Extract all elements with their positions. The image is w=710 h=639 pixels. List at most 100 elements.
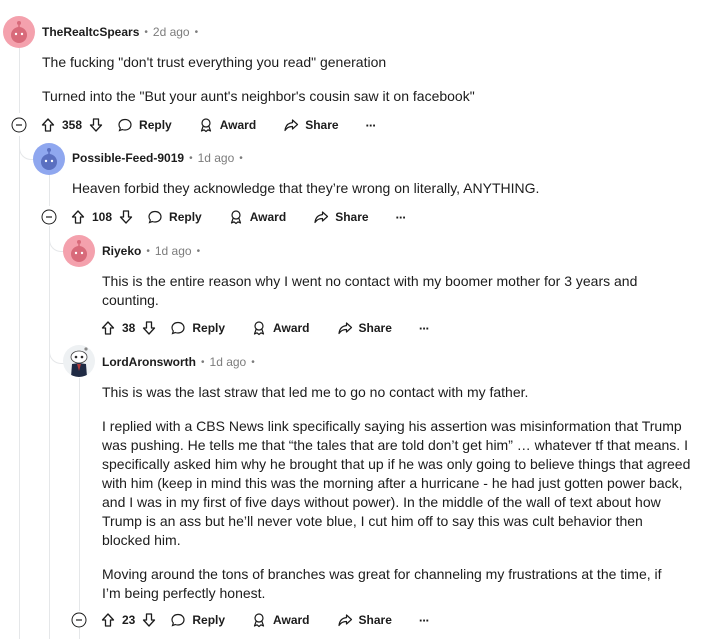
thread-line-level-2 xyxy=(49,174,50,206)
share-button[interactable]: Share xyxy=(337,604,392,636)
meta-separator: • xyxy=(239,152,243,164)
reply-label: Reply xyxy=(192,613,226,627)
share-label: Share xyxy=(335,210,369,224)
comment-meta: LordAronsworth • 1d ago • xyxy=(102,352,255,372)
meta-separator: • xyxy=(144,26,148,38)
meta-separator: • xyxy=(251,356,255,368)
award-label: Award xyxy=(273,321,310,335)
more-options-button[interactable]: ··· xyxy=(418,312,430,344)
thread-line-level-3 xyxy=(79,628,80,639)
comment-paragraph: The fucking "don't trust everything you … xyxy=(42,54,387,70)
award-icon xyxy=(253,613,265,628)
thread-line-level-2 xyxy=(49,226,50,639)
comment-actions: 358 Reply Award Share ··· xyxy=(40,109,377,141)
timestamp[interactable]: 1d ago xyxy=(210,355,247,369)
reply-button[interactable]: Reply xyxy=(170,604,225,636)
username[interactable]: LordAronsworth xyxy=(102,355,196,369)
reply-icon xyxy=(118,118,132,132)
award-icon xyxy=(253,321,265,336)
downvote-icon[interactable] xyxy=(141,612,157,628)
award-label: Award xyxy=(249,210,287,224)
comment-actions: 23 Reply Award Share ··· xyxy=(100,604,430,636)
vote-count: 38 xyxy=(122,321,136,335)
username[interactable]: Riyeko xyxy=(102,244,141,258)
upvote-icon[interactable] xyxy=(100,320,116,336)
more-options-icon: ··· xyxy=(395,209,407,225)
snoo-avatar-icon xyxy=(11,21,27,43)
award-button[interactable]: Award xyxy=(198,109,256,141)
share-icon xyxy=(337,614,352,627)
meta-separator: • xyxy=(189,152,193,164)
reply-icon xyxy=(148,210,162,224)
award-icon xyxy=(230,210,241,225)
comment-paragraph: Turned into the "But your aunt's neighbo… xyxy=(42,88,475,104)
snoo-avatar-icon xyxy=(71,240,87,262)
collapse-icon[interactable] xyxy=(11,117,27,133)
comment-meta: Possible-Feed-9019 • 1d ago • xyxy=(72,148,243,168)
comment-paragraph: This is the entire reason why I went no … xyxy=(102,273,638,308)
award-button[interactable]: Award xyxy=(228,201,286,233)
vote-group: 23 xyxy=(100,604,157,636)
share-label: Share xyxy=(358,321,392,335)
share-icon xyxy=(284,119,299,132)
reply-button[interactable]: Reply xyxy=(147,201,202,233)
downvote-icon[interactable] xyxy=(88,117,104,133)
vote-group: 108 xyxy=(70,201,134,233)
award-label: Award xyxy=(273,613,310,627)
meta-separator: • xyxy=(194,26,199,38)
downvote-icon[interactable] xyxy=(141,320,157,336)
more-options-button[interactable]: ··· xyxy=(365,109,377,141)
collapse-icon[interactable] xyxy=(41,209,57,225)
comment-paragraph: Heaven forbid they acknowledge that they… xyxy=(72,180,540,196)
timestamp[interactable]: 2d ago xyxy=(153,25,190,39)
avatar[interactable] xyxy=(63,345,95,377)
share-icon xyxy=(314,211,329,224)
more-options-icon: ··· xyxy=(418,320,430,336)
reply-label: Reply xyxy=(139,118,172,132)
award-icon xyxy=(200,118,211,133)
timestamp[interactable]: 1d ago xyxy=(155,244,192,258)
comment-paragraph: This is was the last straw that led me t… xyxy=(102,384,529,400)
avatar[interactable] xyxy=(63,235,95,267)
vote-group: 38 xyxy=(100,312,157,344)
share-button[interactable]: Share xyxy=(283,109,339,141)
more-options-button[interactable]: ··· xyxy=(395,201,407,233)
comment-meta: TheRealtcSpears • 2d ago • xyxy=(42,22,198,42)
avatar[interactable] xyxy=(3,16,35,48)
reply-button[interactable]: Reply xyxy=(170,312,225,344)
snoo-avatar-icon xyxy=(41,148,57,170)
meta-separator: • xyxy=(196,245,201,257)
vote-count: 108 xyxy=(92,210,113,224)
reply-icon xyxy=(171,321,185,335)
upvote-icon[interactable] xyxy=(70,209,86,225)
share-button[interactable]: Share xyxy=(337,312,392,344)
reply-icon xyxy=(171,613,185,627)
award-button[interactable]: Award xyxy=(251,604,310,636)
more-options-button[interactable]: ··· xyxy=(418,604,430,636)
more-options-icon: ··· xyxy=(365,117,377,133)
share-label: Share xyxy=(305,118,339,132)
timestamp[interactable]: 1d ago xyxy=(198,151,235,165)
username[interactable]: TheRealtcSpears xyxy=(42,25,139,39)
vote-count: 358 xyxy=(62,118,83,132)
more-options-icon: ··· xyxy=(418,612,430,628)
comment-paragraph: I replied with a CBS News link specifica… xyxy=(102,418,691,548)
reply-label: Reply xyxy=(169,210,202,224)
avatar[interactable] xyxy=(33,143,65,175)
upvote-icon[interactable] xyxy=(40,117,56,133)
award-label: Award xyxy=(219,118,257,132)
snoo-avatar-icon xyxy=(70,347,88,377)
downvote-icon[interactable] xyxy=(118,209,134,225)
reply-button[interactable]: Reply xyxy=(117,109,172,141)
upvote-icon[interactable] xyxy=(100,612,116,628)
collapse-icon[interactable] xyxy=(71,612,87,628)
thread-line-level-1 xyxy=(19,48,20,113)
meta-separator: • xyxy=(201,356,205,368)
reply-label: Reply xyxy=(192,321,226,335)
comment-actions: 108 Reply Award Share ··· xyxy=(70,201,407,233)
award-button[interactable]: Award xyxy=(251,312,310,344)
share-button[interactable]: Share xyxy=(313,201,369,233)
username[interactable]: Possible-Feed-9019 xyxy=(72,151,184,165)
share-icon xyxy=(337,322,352,335)
meta-separator: • xyxy=(146,245,150,257)
